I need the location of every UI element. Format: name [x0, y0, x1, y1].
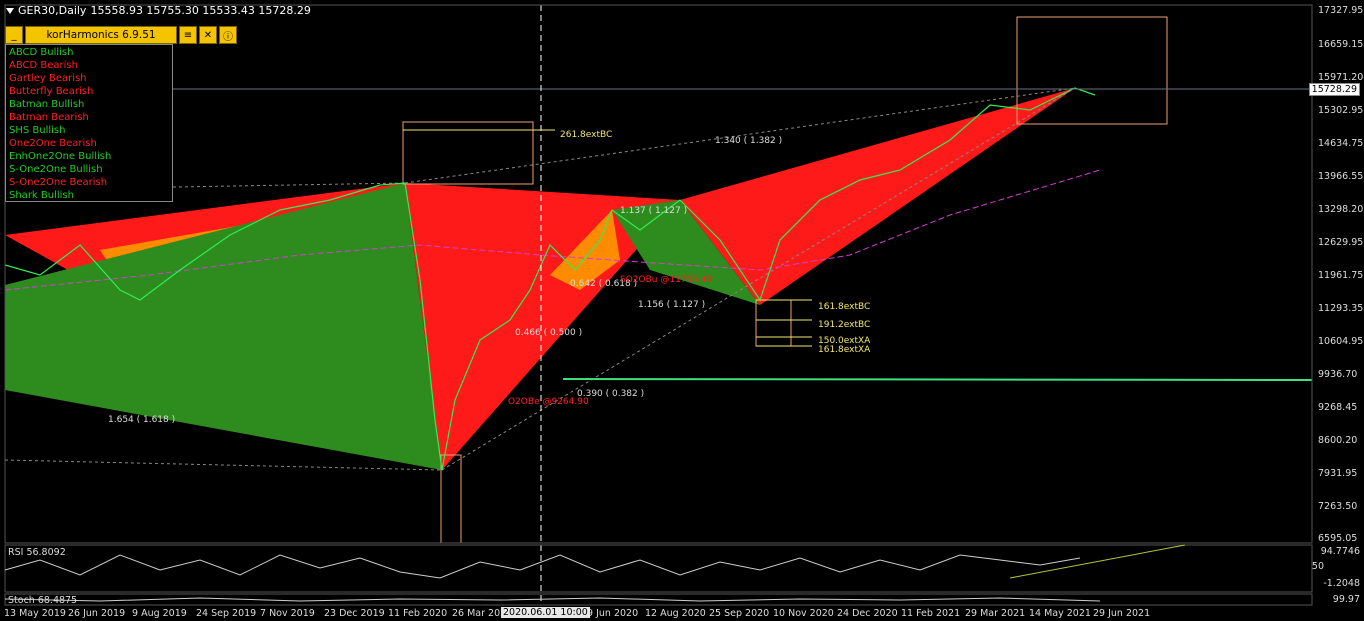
price-label: 15971.20 — [1318, 72, 1364, 83]
info-icon[interactable]: ⓘ — [219, 26, 237, 44]
legend-item[interactable]: S-One2One Bearish — [9, 176, 169, 189]
annotation-label: SO2OBu @11755.45 — [620, 275, 713, 285]
minimize-button[interactable]: _ — [5, 26, 23, 44]
crosshair-date-badge: 2020.06.01 10:00 — [501, 607, 590, 618]
target-box-3 — [755, 299, 792, 347]
chart-menu-icon[interactable] — [6, 7, 14, 14]
price-label: 10604.95 — [1318, 336, 1364, 347]
date-label: 24 Dec 2020 — [837, 608, 898, 619]
date-label: 29 Jun 2021 — [1093, 608, 1151, 619]
annotation-label: O2OBe @9264.90 — [508, 397, 589, 407]
current-price-badge: 15728.29 — [1308, 83, 1360, 96]
rsi-label: RSI 56.8092 — [8, 547, 66, 558]
date-label: 11 Feb 2020 — [388, 608, 448, 619]
date-label: 26 Jun 2019 — [68, 608, 126, 619]
annotation-label: 1.137 ( 1.127 ) — [620, 206, 688, 216]
price-chart[interactable] — [0, 0, 1364, 621]
date-label: 13 May 2019 — [4, 608, 66, 619]
annotation-label: 161.8extBC — [818, 302, 871, 312]
stoch-label: Stoch 68.4875 — [8, 595, 78, 606]
price-label: 7931.95 — [1318, 468, 1358, 479]
legend-item[interactable]: Gartley Bearish — [9, 72, 169, 85]
price-label: 9268.45 — [1318, 402, 1358, 413]
date-label: 11 Feb 2021 — [901, 608, 961, 619]
annotation-label: 161.8extXA — [818, 345, 871, 355]
price-label: 14634.75 — [1318, 138, 1364, 149]
legend-item[interactable]: S-One2One Bullish — [9, 163, 169, 176]
legend-item[interactable]: Batman Bullish — [9, 98, 169, 111]
legend-item[interactable]: One2One Bearish — [9, 137, 169, 150]
legend-item[interactable]: Batman Bearish — [9, 111, 169, 124]
target-box-1 — [402, 121, 534, 185]
rsi-mid-value: 50 — [1311, 561, 1324, 572]
price-label: 7263.50 — [1318, 501, 1358, 512]
price-label: 15302.95 — [1318, 105, 1364, 116]
annotation-label: 1.654 ( 1.618 ) — [108, 415, 176, 425]
sliders-icon[interactable]: ≡ — [179, 26, 197, 44]
price-label: 16659.15 — [1318, 39, 1364, 50]
price-label: 11293.35 — [1318, 303, 1364, 314]
ohlc-values: 15558.93 15755.30 15533.43 15728.29 — [90, 4, 311, 17]
stoch-value: 99.97 — [1332, 594, 1360, 605]
pattern-legend: ABCD Bullish ABCD Bearish Gartley Bearis… — [5, 44, 173, 202]
legend-item[interactable]: SHS Bullish — [9, 124, 169, 137]
annotation-label: 1.156 ( 1.127 ) — [638, 300, 706, 310]
legend-item[interactable]: Shark Bullish — [9, 189, 169, 202]
pattern-bearish-right — [680, 88, 1075, 305]
legend-item[interactable]: Butterfly Bearish — [9, 85, 169, 98]
price-label: 9936.70 — [1318, 369, 1358, 380]
price-label: 12629.95 — [1318, 237, 1364, 248]
legend-item[interactable]: ABCD Bearish — [9, 59, 169, 72]
chart-header: GER30,Daily 15558.93 15755.30 15533.43 1… — [6, 4, 311, 17]
price-label: 13966.55 — [1318, 171, 1364, 182]
indicator-title[interactable]: korHarmonics 6.9.51 — [25, 26, 177, 44]
annotation-label: 191.2extBC — [818, 320, 871, 330]
date-label: 9 Aug 2019 — [132, 608, 187, 619]
price-label: 17327.95 — [1318, 5, 1364, 16]
target-box-4 — [440, 454, 462, 544]
date-label: 24 Sep 2019 — [196, 608, 257, 619]
rsi-bottom-value: -1.2048 — [1323, 578, 1360, 589]
price-label: 11961.75 — [1318, 270, 1364, 281]
date-label: 7 Nov 2019 — [260, 608, 315, 619]
price-label: 6595.05 — [1318, 533, 1358, 544]
date-label: 29 Mar 2021 — [965, 608, 1026, 619]
date-label: 10 Nov 2020 — [773, 608, 834, 619]
tools-icon[interactable]: ✕ — [199, 26, 217, 44]
symbol-timeframe: GER30,Daily — [18, 4, 87, 17]
date-label: 25 Sep 2020 — [709, 608, 770, 619]
annotation-label: 0.466 ( 0.500 ) — [515, 328, 583, 338]
date-label: 12 Aug 2020 — [645, 608, 706, 619]
annotation-label: 261.8extBC — [560, 130, 613, 140]
date-label: 23 Dec 2019 — [324, 608, 385, 619]
price-label: 8600.20 — [1318, 435, 1358, 446]
legend-item[interactable]: ABCD Bullish — [9, 46, 169, 59]
price-label: 13298.20 — [1318, 204, 1364, 215]
rsi-top-value: 94.7746 — [1320, 546, 1360, 557]
annotation-label: 1.340 ( 1.382 ) — [715, 136, 783, 146]
date-label: 14 May 2021 — [1029, 608, 1091, 619]
indicator-toolbar: _ korHarmonics 6.9.51 ≡ ✕ ⓘ — [5, 26, 237, 44]
legend-item[interactable]: EnhOne2One Bullish — [9, 150, 169, 163]
